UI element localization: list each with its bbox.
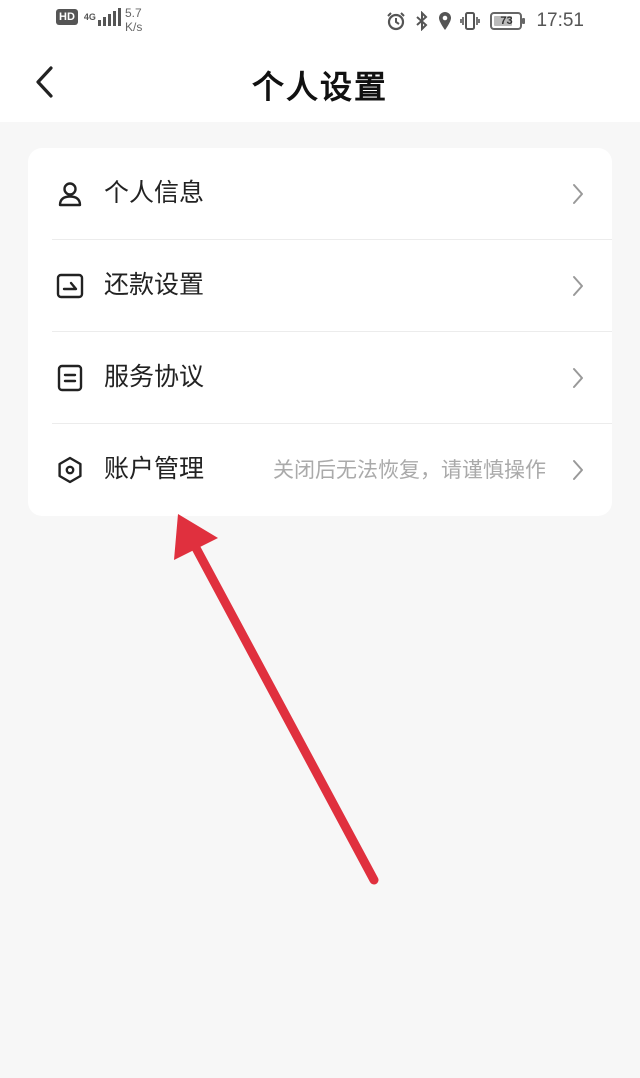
settings-item-label: 个人信息 <box>104 178 205 207</box>
settings-item-hint: 关闭后无法恢复，请谨慎操作 <box>273 458 546 482</box>
document-icon <box>57 364 83 392</box>
settings-item-service-agreement[interactable]: 服务协议 <box>28 332 612 424</box>
nav-header: 个人设置 <box>0 44 640 122</box>
person-icon <box>58 182 82 207</box>
network-speed-value: 5.7 <box>125 6 142 20</box>
settings-card: 个人信息 还款设置 服务协议 账户管理 关闭后无法恢复，请谨慎操作 <box>28 148 612 516</box>
settings-item-personal-info[interactable]: 个人信息 <box>28 148 612 240</box>
clock: 17:51 <box>536 10 584 31</box>
repayment-icon <box>56 273 84 299</box>
signal-icon <box>97 8 123 26</box>
settings-item-label: 账户管理 <box>104 454 205 483</box>
settings-item-label: 服务协议 <box>104 362 205 391</box>
battery-text: 73 <box>500 15 513 27</box>
status-left: HD 4G <box>56 8 123 26</box>
chevron-right-icon <box>573 368 583 388</box>
page-title: 个人设置 <box>251 68 388 106</box>
location-icon <box>439 12 452 30</box>
chevron-right-icon <box>573 460 583 480</box>
settings-item-label: 还款设置 <box>104 270 205 299</box>
hd-badge: HD <box>56 9 78 25</box>
vibrate-icon <box>460 12 481 30</box>
hexagon-settings-icon <box>58 456 82 484</box>
status-bar: HD 4G 5.7 K/s 73 17:51 <box>0 0 640 44</box>
status-right: 73 17:51 <box>378 10 584 32</box>
network-type: 4G <box>83 11 96 22</box>
alarm-icon <box>387 12 406 31</box>
chevron-right-icon <box>573 184 583 204</box>
bluetooth-icon <box>416 11 428 31</box>
battery-icon: 73 <box>490 12 526 30</box>
network-speed-unit: K/s <box>125 20 143 34</box>
screen: HD 4G 5.7 K/s 73 17:51 个人设置 个人信息 还款设置 服务… <box>0 0 640 1078</box>
settings-item-account-management[interactable]: 账户管理 关闭后无法恢复，请谨慎操作 <box>28 424 612 516</box>
settings-item-repayment[interactable]: 还款设置 <box>28 240 612 332</box>
chevron-right-icon <box>573 276 583 296</box>
network-speed: 5.7 K/s <box>125 6 142 34</box>
